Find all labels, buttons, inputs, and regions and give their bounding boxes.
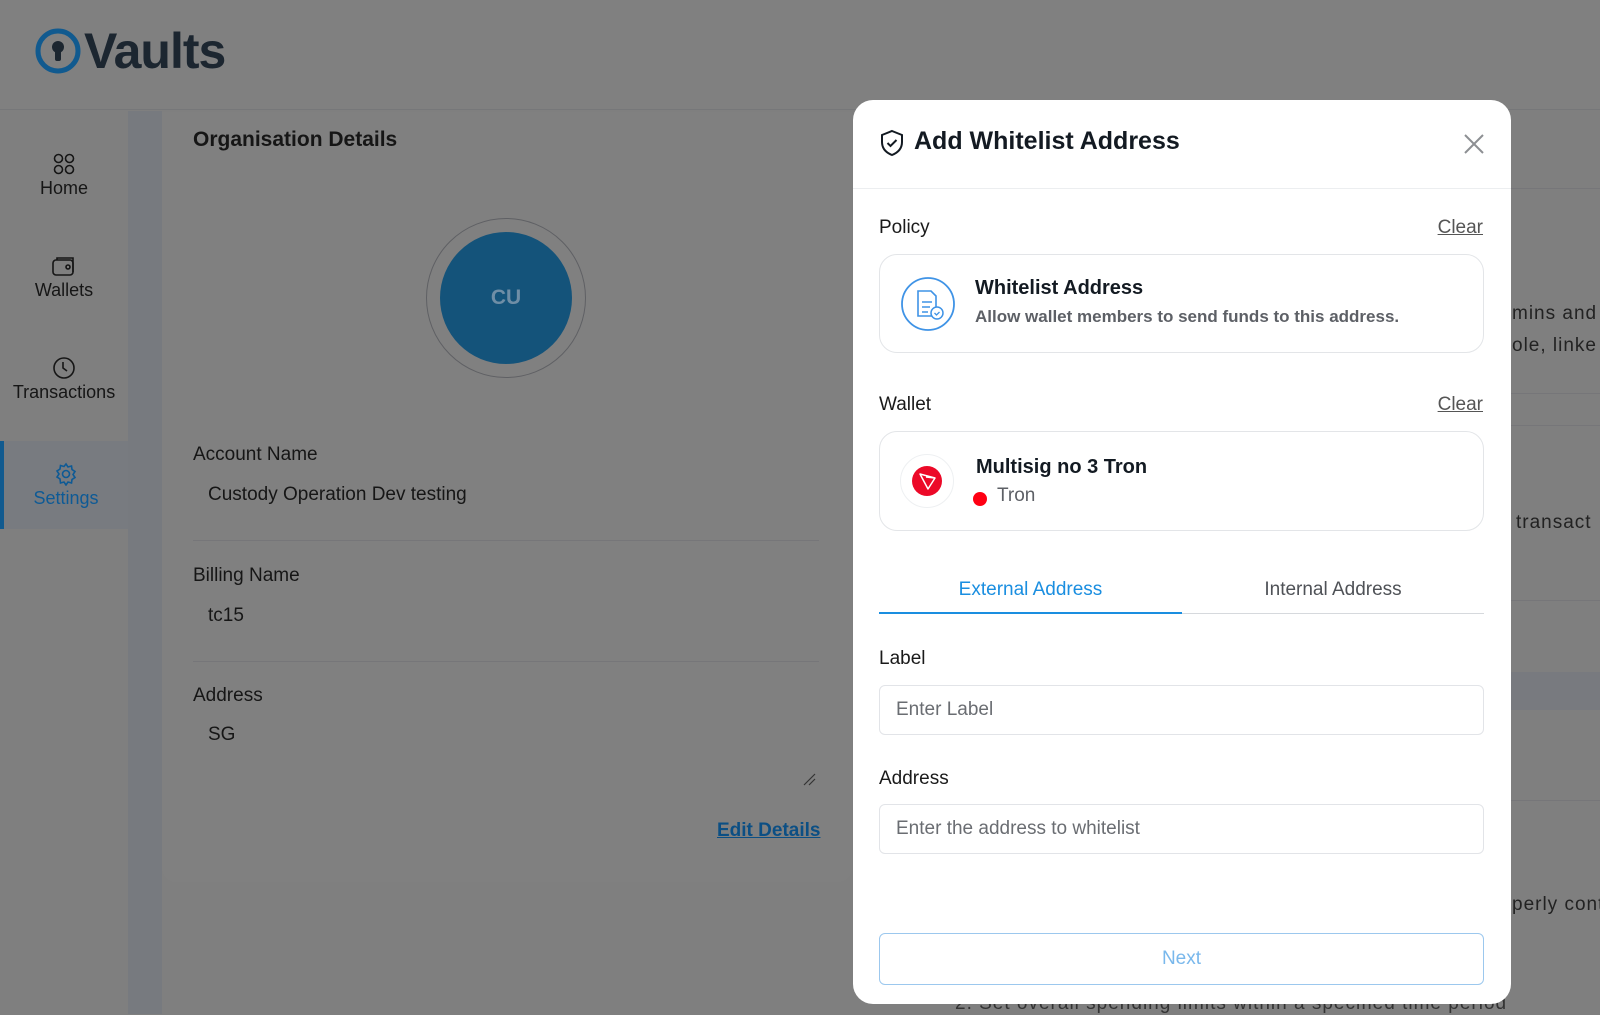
clear-wallet-link[interactable]: Clear xyxy=(1438,394,1483,416)
address-field-label: Address xyxy=(879,768,949,789)
header-divider xyxy=(853,188,1511,189)
wallet-name: Multisig no 3 Tron xyxy=(976,456,1148,478)
shield-check-icon xyxy=(881,129,903,157)
divider xyxy=(193,661,819,662)
section-title: Organisation Details xyxy=(193,128,398,151)
account-name-value: Custody Operation Dev testing xyxy=(208,484,467,505)
background-text: mins and xyxy=(1512,303,1598,324)
sidebar-item-settings[interactable]: Settings xyxy=(0,441,128,529)
wallet-label: Wallet xyxy=(879,394,932,415)
top-bar: Vaults xyxy=(0,0,1600,110)
clock-icon xyxy=(53,356,75,379)
sidebar-item-wallets[interactable]: Wallets xyxy=(0,233,128,321)
tab-internal-address[interactable]: Internal Address xyxy=(1182,567,1484,614)
label-field-label: Label xyxy=(879,648,926,669)
gear-icon xyxy=(55,462,77,486)
grid-icon xyxy=(53,153,75,174)
divider xyxy=(193,540,819,541)
logo[interactable]: Vaults xyxy=(34,22,226,80)
clear-policy-link[interactable]: Clear xyxy=(1438,217,1483,239)
sidebar-item-label: Wallets xyxy=(34,279,94,300)
keyhole-logo-icon xyxy=(35,28,81,74)
tab-external-address[interactable]: External Address xyxy=(879,567,1182,614)
wallet-card[interactable]: Multisig no 3 Tron Tron xyxy=(879,431,1484,531)
close-icon[interactable] xyxy=(1463,133,1485,155)
sidebar-item-label: Home xyxy=(39,177,88,198)
wallet-icon xyxy=(52,256,74,276)
sidebar-item-label: Transactions xyxy=(12,381,116,402)
avatar[interactable]: CU xyxy=(440,232,572,364)
billing-name-value: tc15 xyxy=(208,605,244,626)
network-dot xyxy=(973,492,987,506)
policy-name: Whitelist Address xyxy=(975,277,1144,299)
policy-card[interactable]: Whitelist Address Allow wallet members t… xyxy=(879,254,1484,353)
policy-label: Policy xyxy=(879,217,930,238)
tron-logo xyxy=(900,454,954,508)
modal-title: Add Whitelist Address xyxy=(914,127,1180,155)
add-whitelist-modal: Add Whitelist Address Policy Clear White… xyxy=(853,100,1511,1004)
edit-details-link[interactable]: Edit Details xyxy=(717,820,820,842)
organisation-details-card: Organisation Details CU Account Name Cus… xyxy=(162,112,852,882)
sidebar-item-transactions[interactable]: Transactions xyxy=(0,335,128,423)
policy-description: Allow wallet members to send funds to th… xyxy=(975,307,1400,326)
label-input[interactable]: Enter Label xyxy=(879,685,1484,735)
account-name-label: Account Name xyxy=(193,444,318,465)
background-text: ole, linke xyxy=(1512,335,1597,356)
logo-text: Vaults xyxy=(84,23,226,79)
wallet-network: Tron xyxy=(997,485,1036,506)
tron-icon xyxy=(912,466,942,496)
sidebar: Home Wallets Transactions Settings xyxy=(0,111,128,1014)
background-text: transact xyxy=(1516,512,1592,533)
next-button[interactable]: Next xyxy=(879,933,1484,985)
document-shield-icon xyxy=(901,277,955,331)
sidebar-item-home[interactable]: Home xyxy=(0,131,128,219)
address-value: SG xyxy=(208,724,236,745)
resize-handle-icon[interactable] xyxy=(802,772,816,786)
billing-name-label: Billing Name xyxy=(193,565,300,586)
sidebar-item-label: Settings xyxy=(33,487,99,508)
background-text: perly cont xyxy=(1512,894,1600,915)
content-gutter xyxy=(128,111,162,1014)
address-label: Address xyxy=(193,685,263,706)
address-input[interactable]: Enter the address to whitelist xyxy=(879,804,1484,854)
